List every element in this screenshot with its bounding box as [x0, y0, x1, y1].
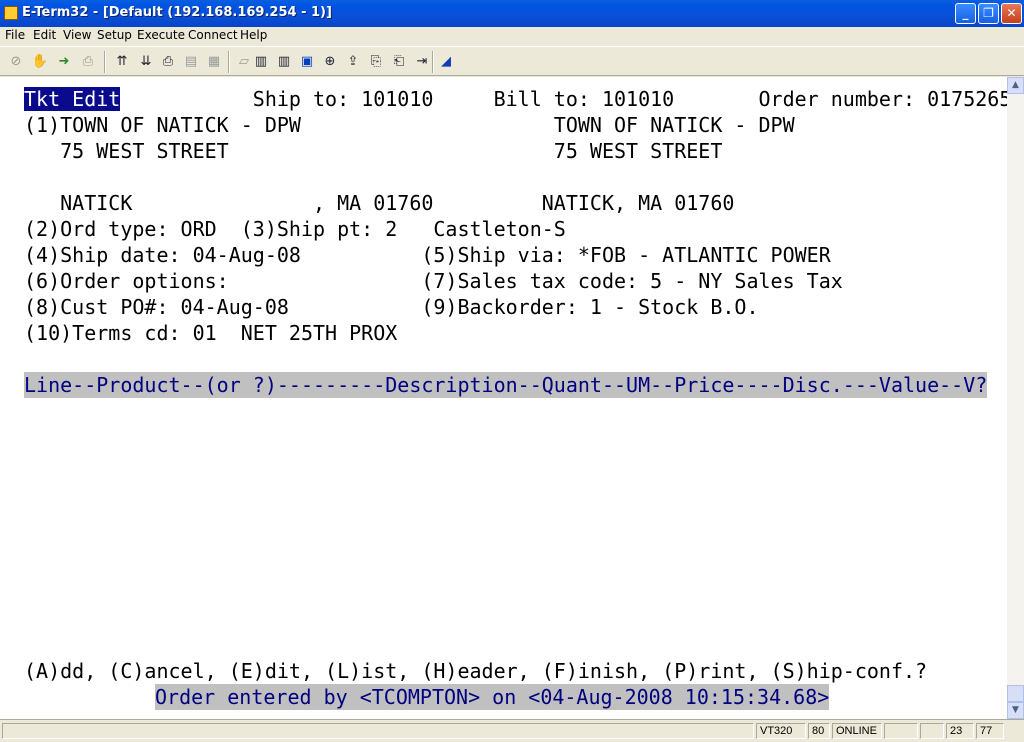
toolbar: ⊘ ✋ ➜ ⎙ ⇈ ⇊ ⎙ ▤ ▦ ▱ ▥ ▥ ▣ ⊕ ⇪ ⎘ ⎗ ⇥ ◢: [0, 46, 1024, 76]
terminal-line-5: NATICK , MA 01760 NATICK, MA 01760: [24, 191, 735, 215]
menu-execute[interactable]: Execute: [137, 28, 185, 42]
toolbar-separator: [432, 51, 434, 73]
send-file-icon[interactable]: ⇈: [112, 52, 132, 72]
status-col: 77: [976, 723, 1004, 739]
scroll-thumb[interactable]: [1007, 685, 1024, 702]
terminal-line-9: (8)Cust PO#: 04-Aug-08 (9)Backorder: 1 -…: [24, 295, 759, 319]
status-bar: VT320 80 ONLINE 23 77: [0, 719, 1024, 742]
terminal-screen[interactable]: Tkt Edit Ship to: 101010 Bill to: 101010…: [0, 77, 1007, 719]
status-connection: ONLINE: [832, 723, 882, 739]
close-button[interactable]: ✕: [1001, 3, 1022, 24]
menu-file[interactable]: File: [5, 28, 25, 42]
terminal-line-3: 75 WEST STREET 75 WEST STREET: [24, 139, 723, 163]
menu-view[interactable]: View: [63, 28, 91, 42]
menu-setup[interactable]: Setup: [97, 28, 132, 42]
menu-edit[interactable]: Edit: [33, 28, 56, 42]
scroll-down-button[interactable]: ▼: [1007, 702, 1024, 719]
menu-connect[interactable]: Connect: [188, 28, 238, 42]
entered-by-line: Order entered by <TCOMPTON> on <04-Aug-2…: [155, 684, 830, 710]
connect-icon[interactable]: ➜: [54, 52, 74, 72]
status-empty-pane: [884, 723, 918, 739]
printer-icon[interactable]: ⎙: [78, 52, 98, 72]
terminal-line-6: (2)Ord type: ORD (3)Ship pt: 2 Castleton…: [24, 217, 566, 241]
status-emulation: VT320: [756, 723, 806, 739]
header-line: Ship to: 101010 Bill to: 101010 Order nu…: [120, 87, 1007, 111]
terminal-line-8: (6)Order options: (7)Sales tax code: 5 -…: [24, 269, 843, 293]
receive-file-icon[interactable]: ⇊: [136, 52, 156, 72]
disconnect-icon[interactable]: ⊘: [6, 52, 26, 72]
vertical-scrollbar[interactable]: ▲ ▼: [1007, 77, 1024, 719]
exit-icon[interactable]: ⇥: [412, 52, 432, 72]
print-icon[interactable]: ⎙: [158, 52, 178, 72]
status-columns: 80: [808, 723, 830, 739]
terminal-line-1: Tkt Edit Ship to: 101010 Bill to: 101010…: [24, 86, 1007, 112]
status-row: 23: [946, 723, 974, 739]
toolbar-separator: [228, 51, 230, 73]
menu-help[interactable]: Help: [240, 28, 267, 42]
copy-icon[interactable]: ▤: [181, 52, 201, 72]
restore-button[interactable]: ❐: [978, 3, 999, 24]
log-icon[interactable]: ▥: [251, 52, 271, 72]
toolbar-separator: [104, 51, 106, 73]
scroll-up-button[interactable]: ▲: [1007, 77, 1024, 94]
script-icon[interactable]: ⎗: [389, 52, 409, 72]
hand-icon[interactable]: ✋: [30, 52, 50, 72]
title-bar: E-Term32 - [Default (192.168.169.254 - 1…: [0, 0, 1024, 27]
capture-icon[interactable]: ▥: [274, 52, 294, 72]
terminal-line-7: (4)Ship date: 04-Aug-08 (5)Ship via: *FO…: [24, 243, 831, 267]
paste-icon[interactable]: ▦: [204, 52, 224, 72]
window-title: E-Term32 - [Default (192.168.169.254 - 1…: [22, 5, 332, 20]
transfer-icon[interactable]: ⇪: [343, 52, 363, 72]
keypad-icon[interactable]: ▣: [297, 52, 317, 72]
terminal-line-10: (10)Terms cd: 01 NET 25TH PROX: [24, 321, 398, 345]
minimize-button[interactable]: _: [955, 3, 976, 24]
menu-bar: File Edit View Setup Execute Connect Hel…: [0, 27, 1024, 45]
status-message-pane: [2, 723, 754, 739]
settings-icon[interactable]: ⊕: [320, 52, 340, 72]
column-header: Line--Product--(or ?)---------Descriptio…: [24, 372, 988, 398]
app-icon: [4, 6, 18, 20]
terminal-line-2: (1)TOWN OF NATICK - DPW TOWN OF NATICK -…: [24, 113, 795, 137]
help-icon[interactable]: ◢: [436, 52, 456, 72]
macro-icon[interactable]: ⎘: [366, 52, 386, 72]
status-empty-pane: [920, 723, 944, 739]
mode-label: Tkt Edit: [24, 87, 121, 111]
command-prompt: (A)dd, (C)ancel, (E)dit, (L)ist, (H)eade…: [24, 659, 928, 683]
